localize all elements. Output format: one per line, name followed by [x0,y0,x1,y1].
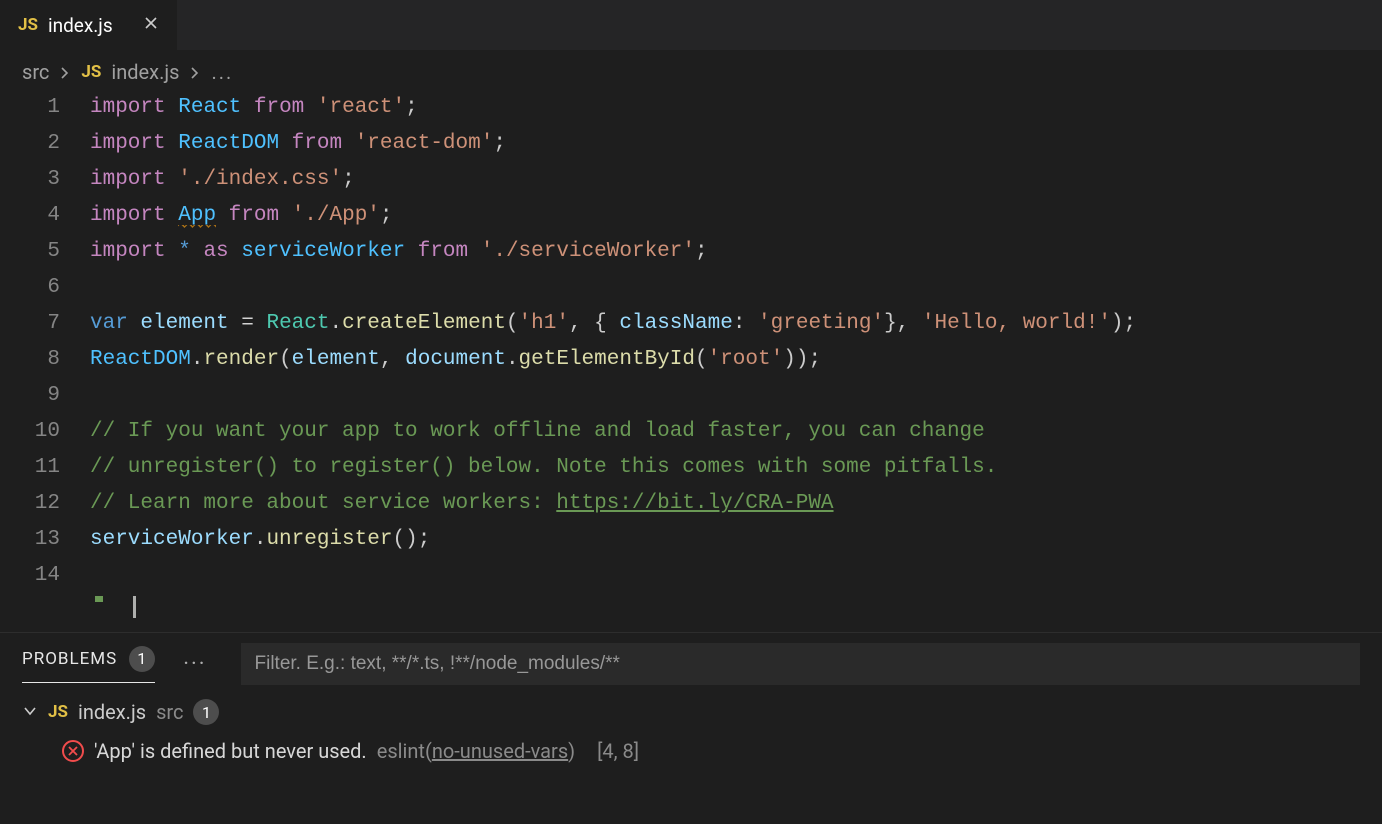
line-number: 1 [0,90,90,126]
line-number: 3 [0,162,90,198]
chevron-right-icon [189,60,201,84]
problem-source: eslint(no-unused-vars) [377,739,575,763]
line-number: 14 [0,558,90,594]
line-number: 13 [0,522,90,558]
line-number: 9 [0,378,90,414]
line-number: 11 [0,450,90,486]
line-number: 8 [0,342,90,378]
breadcrumb[interactable]: src JS index.js ... [0,50,1382,90]
problem-rule-link[interactable]: no-unused-vars [432,739,568,763]
tab-problems[interactable]: PROBLEMS 1 [22,646,155,683]
problem-group-path: src [156,700,183,724]
problems-filter-input[interactable] [241,643,1361,685]
problem-group[interactable]: JS index.js src 1 [0,685,1382,731]
tab-filename: index.js [48,14,113,37]
tab-bar: JS index.js [0,0,1382,50]
problems-panel: PROBLEMS 1 ··· JS index.js src 1 'App' i… [0,632,1382,824]
tab-index-js[interactable]: JS index.js [0,0,177,50]
line-number: 2 [0,126,90,162]
comment-link[interactable]: https://bit.ly/CRA-PWA [556,492,833,515]
line-number: 5 [0,234,90,270]
line-number: 4 [0,198,90,234]
problem-group-count-badge: 1 [193,699,219,725]
js-icon: JS [18,15,38,35]
problem-message: 'App' is defined but never used. [94,739,367,763]
js-icon: JS [81,62,101,82]
panel-tab-label: PROBLEMS [22,649,117,669]
close-icon[interactable] [143,15,159,36]
problem-item[interactable]: 'App' is defined but never used. eslint(… [0,731,1382,771]
js-icon: JS [48,702,68,722]
error-icon [62,740,84,762]
breadcrumb-folder[interactable]: src [22,60,49,84]
line-number: 7 [0,306,90,342]
chevron-down-icon [22,700,38,724]
warning-squiggle[interactable]: App [178,204,216,228]
more-icon[interactable]: ··· [183,652,206,677]
problems-count-badge: 1 [129,646,155,672]
problem-group-file: index.js [78,700,146,724]
breadcrumb-file[interactable]: index.js [111,60,179,84]
line-number: 6 [0,270,90,306]
breadcrumb-ellipsis[interactable]: ... [211,60,233,84]
line-number: 12 [0,486,90,522]
chevron-right-icon [59,60,71,84]
cursor-indicator [0,596,1382,618]
line-number: 10 [0,414,90,450]
problem-location: [4, 8] [597,739,639,763]
panel-header: PROBLEMS 1 ··· [0,633,1382,685]
code-editor[interactable]: 1import React from 'react'; 2import Reac… [0,90,1382,618]
